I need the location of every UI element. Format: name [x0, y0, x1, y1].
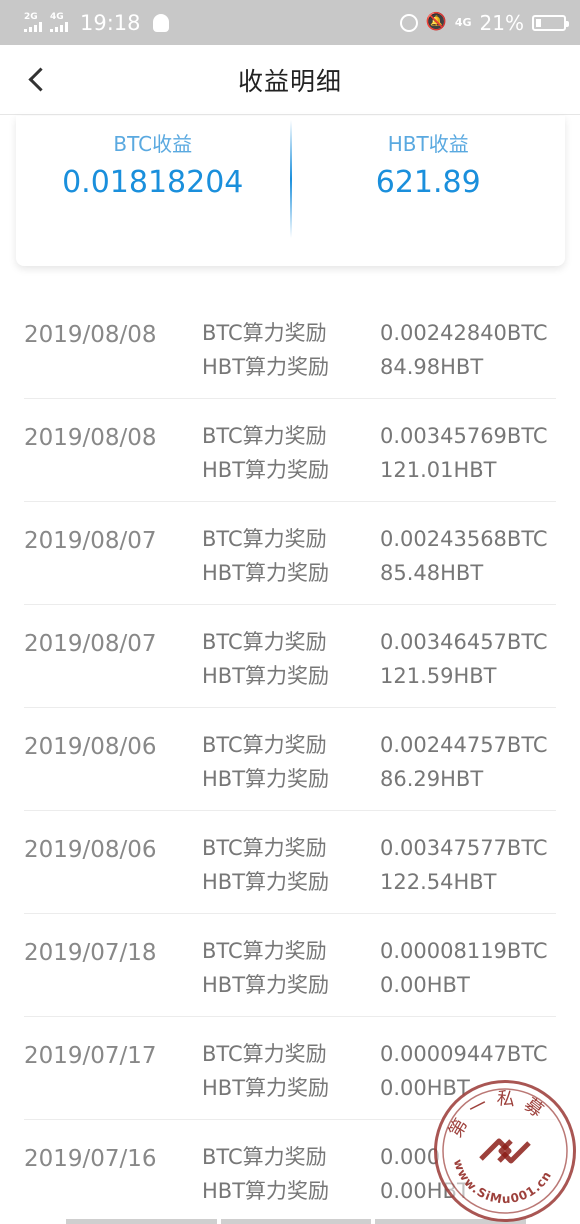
- record-date: 2019/08/08: [24, 322, 157, 348]
- record-hbt-type: HBT算力奖励: [202, 664, 330, 688]
- record-hbt-type: HBT算力奖励: [202, 870, 330, 894]
- status-bar-left: 2G 4G 19:18: [24, 11, 169, 35]
- watermark-seal-logo: 第一私募 www.SiMu001.cn: [434, 1080, 576, 1222]
- record-row[interactable]: 2019/08/06 BTC算力奖励 HBT算力奖励 0.00244757BTC 8…: [24, 708, 556, 811]
- hbt-earnings-label: HBT收益: [387, 132, 469, 156]
- record-date: 2019/08/08: [24, 425, 157, 451]
- record-hbt-amount: 122.54HBT: [380, 870, 497, 894]
- record-btc-type: BTC算力奖励: [202, 321, 327, 345]
- record-btc-amount: 0.00347577BTC: [380, 836, 548, 860]
- battery-icon: [532, 14, 569, 31]
- signal-2g-icon: 2G: [24, 13, 42, 32]
- record-btc-type: BTC算力奖励: [202, 836, 327, 860]
- record-date: 2019/08/07: [24, 631, 157, 657]
- record-date: 2019/08/06: [24, 734, 157, 760]
- bottom-indicator: [66, 1219, 527, 1224]
- record-hbt-type: HBT算力奖励: [202, 973, 330, 997]
- record-btc-amount: 0.00008119BTC: [380, 939, 548, 963]
- record-btc-amount: 0.00242840BTC: [380, 321, 548, 345]
- hbt-summary: HBT收益 621.89: [292, 116, 566, 266]
- record-hbt-amount: 121.01HBT: [380, 458, 497, 482]
- record-btc-amount: 0.00346457BTC: [380, 630, 548, 654]
- record-btc-amount: 0.00243568BTC: [380, 527, 548, 551]
- record-hbt-amount: 86.29HBT: [380, 767, 484, 791]
- record-hbt-amount: 121.59HBT: [380, 664, 497, 688]
- hbt-earnings-value: 621.89: [375, 165, 481, 200]
- record-hbt-type: HBT算力奖励: [202, 355, 330, 379]
- record-date: 2019/07/17: [24, 1043, 157, 1069]
- record-hbt-type: HBT算力奖励: [202, 1076, 330, 1100]
- record-btc-amount: 0.00009447BTC: [380, 1042, 548, 1066]
- record-btc-type: BTC算力奖励: [202, 939, 327, 963]
- record-hbt-amount: 85.48HBT: [380, 561, 484, 585]
- record-hbt-amount: 0.00HBT: [380, 973, 470, 997]
- record-btc-type: BTC算力奖励: [202, 424, 327, 448]
- bell-off-icon: 🔕: [425, 12, 447, 32]
- record-hbt-type: HBT算力奖励: [202, 561, 330, 585]
- record-date: 2019/08/07: [24, 528, 157, 554]
- record-row[interactable]: 2019/08/06 BTC算力奖励 HBT算力奖励 0.00347577BTC 1…: [24, 811, 556, 914]
- record-hbt-amount: 84.98HBT: [380, 355, 484, 379]
- signal-4g-icon: 4G: [50, 13, 68, 32]
- record-hbt-type: HBT算力奖励: [202, 767, 330, 791]
- record-row[interactable]: 2019/08/08 BTC算力奖励 HBT算力奖励 0.00242840BTC 8…: [24, 296, 556, 399]
- qq-penguin-icon: [152, 13, 169, 32]
- status-bar-right: 🔕 4G 21%: [399, 10, 569, 35]
- earnings-summary-card: BTC收益 0.01818204 HBT收益 621.89: [16, 116, 565, 266]
- record-btc-type: BTC算力奖励: [202, 1145, 327, 1169]
- status-time: 19:18: [80, 10, 141, 35]
- record-btc-type: BTC算力奖励: [202, 733, 327, 757]
- record-hbt-type: HBT算力奖励: [202, 1179, 330, 1203]
- status-bar: 2G 4G 19:18 🔕 4G 21%: [0, 0, 580, 45]
- record-row[interactable]: 2019/08/07 BTC算力奖励 HBT算力奖励 0.00346457BTC 1…: [24, 605, 556, 708]
- record-row[interactable]: 2019/08/08 BTC算力奖励 HBT算力奖励 0.00345769BTC 1…: [24, 399, 556, 502]
- battery-level: [536, 18, 541, 27]
- record-date: 2019/07/18: [24, 940, 157, 966]
- network-4g-label: 4G: [454, 16, 472, 29]
- btc-earnings-value: 0.01818204: [62, 165, 244, 200]
- svg-text:第一私募: 第一私募: [445, 1088, 553, 1141]
- record-btc-amount: 0.00345769BTC: [380, 424, 548, 448]
- battery-percent: 21%: [479, 10, 524, 35]
- watermark-top-text: 第一私募: [445, 1088, 545, 1141]
- record-date: 2019/08/06: [24, 837, 157, 863]
- record-row[interactable]: 2019/08/07 BTC算力奖励 HBT算力奖励 0.00243568BTC 8…: [24, 502, 556, 605]
- btc-summary: BTC收益 0.01818204: [16, 116, 290, 266]
- chevron-left-icon[interactable]: [26, 69, 48, 91]
- record-row[interactable]: 2019/07/18 BTC算力奖励 HBT算力奖励 0.00008119BTC 0…: [24, 914, 556, 1017]
- record-btc-type: BTC算力奖励: [202, 630, 327, 654]
- nav-bar: 收益明细: [0, 45, 580, 115]
- record-btc-type: BTC算力奖励: [202, 527, 327, 551]
- alarm-icon: [399, 13, 418, 32]
- record-hbt-type: HBT算力奖励: [202, 458, 330, 482]
- record-date: 2019/07/16: [24, 1146, 157, 1172]
- record-btc-type: BTC算力奖励: [202, 1042, 327, 1066]
- record-btc-amount: 0.00244757BTC: [380, 733, 548, 757]
- page-title: 收益明细: [237, 66, 342, 96]
- btc-earnings-label: BTC收益: [113, 132, 193, 156]
- watermark-seal-graphic: 第一私募 www.SiMu001.cn: [442, 1088, 568, 1214]
